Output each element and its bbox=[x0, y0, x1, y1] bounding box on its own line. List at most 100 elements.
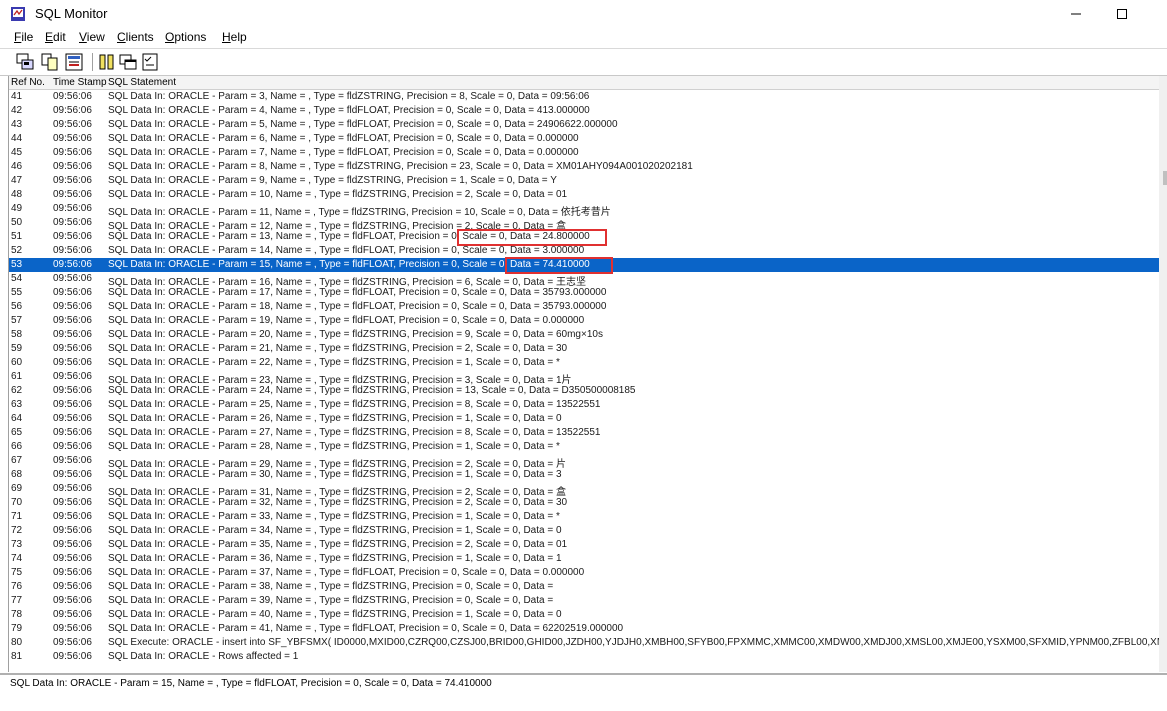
row-ref-no: 68 bbox=[11, 469, 23, 480]
row-sql-statement: SQL Data In: ORACLE - Param = 4, Name = … bbox=[108, 105, 590, 116]
window-view-icon[interactable] bbox=[118, 52, 138, 72]
table-row[interactable]: 56 09:56:06 SQL Data In: ORACLE - Param = … bbox=[9, 300, 1159, 314]
table-row[interactable]: 41 09:56:06 SQL Data In: ORACLE - Param = … bbox=[9, 90, 1159, 104]
table-row[interactable]: 68 09:56:06 SQL Data In: ORACLE - Param = … bbox=[9, 468, 1159, 482]
row-time-stamp: 09:56:06 bbox=[53, 329, 92, 340]
maximize-button[interactable] bbox=[1099, 0, 1145, 28]
row-time-stamp: 09:56:06 bbox=[53, 637, 92, 648]
row-sql-statement: SQL Data In: ORACLE - Param = 20, Name =… bbox=[108, 329, 603, 340]
save-log-icon[interactable] bbox=[15, 52, 35, 72]
toolbar bbox=[0, 49, 1167, 76]
menu-edit[interactable]: Edit bbox=[45, 30, 66, 44]
minimize-icon bbox=[1071, 13, 1081, 15]
row-sql-statement: SQL Execute: ORACLE - insert into SF_YBF… bbox=[108, 637, 1167, 648]
row-ref-no: 41 bbox=[11, 91, 23, 102]
table-row[interactable]: 72 09:56:06 SQL Data In: ORACLE - Param = … bbox=[9, 524, 1159, 538]
row-sql-statement: SQL Data In: ORACLE - Param = 26, Name =… bbox=[108, 413, 562, 424]
menu-help[interactable]: Help bbox=[222, 30, 247, 44]
row-ref-no: 63 bbox=[11, 399, 23, 410]
row-ref-no: 46 bbox=[11, 161, 23, 172]
minimize-button[interactable] bbox=[1053, 0, 1099, 28]
table-row[interactable]: 80 09:56:06 SQL Execute: ORACLE - insert i… bbox=[9, 636, 1167, 650]
table-row[interactable]: 79 09:56:06 SQL Data In: ORACLE - Param = … bbox=[9, 622, 1159, 636]
row-sql-statement: SQL Data In: ORACLE - Param = 40, Name =… bbox=[108, 609, 562, 620]
table-row[interactable]: 81 09:56:06 SQL Data In: ORACLE - Rows aff… bbox=[9, 650, 1159, 664]
pause-icon[interactable] bbox=[97, 52, 117, 72]
table-row[interactable]: 60 09:56:06 SQL Data In: ORACLE - Param = … bbox=[9, 356, 1159, 370]
table-row[interactable]: 73 09:56:06 SQL Data In: ORACLE - Param = … bbox=[9, 538, 1159, 552]
row-ref-no: 59 bbox=[11, 343, 23, 354]
row-time-stamp: 09:56:06 bbox=[53, 553, 92, 564]
table-row[interactable]: 42 09:56:06 SQL Data In: ORACLE - Param = … bbox=[9, 104, 1159, 118]
table-row[interactable]: 70 09:56:06 SQL Data In: ORACLE - Param = … bbox=[9, 496, 1159, 510]
column-header-sql-statement[interactable]: SQL Statement bbox=[108, 77, 176, 88]
row-time-stamp: 09:56:06 bbox=[53, 259, 92, 270]
column-header-time-stamp[interactable]: Time Stamp bbox=[53, 77, 107, 88]
row-time-stamp: 09:56:06 bbox=[53, 609, 92, 620]
table-row[interactable]: 44 09:56:06 SQL Data In: ORACLE - Param = … bbox=[9, 132, 1159, 146]
table-row[interactable]: 55 09:56:06 SQL Data In: ORACLE - Param = … bbox=[9, 286, 1159, 300]
menu-clients[interactable]: Clients bbox=[117, 30, 154, 44]
table-row[interactable]: 50 09:56:06 SQL Data In: ORACLE - Param = … bbox=[9, 216, 1159, 232]
copy-icon[interactable] bbox=[40, 52, 60, 72]
table-row[interactable]: 58 09:56:06 SQL Data In: ORACLE - Param = … bbox=[9, 328, 1159, 342]
table-row[interactable]: 48 09:56:06 SQL Data In: ORACLE - Param = … bbox=[9, 188, 1159, 202]
sql-log-list[interactable]: Ref No. Time Stamp SQL Statement 41 09:56… bbox=[8, 76, 1167, 672]
table-row[interactable]: 47 09:56:06 SQL Data In: ORACLE - Param = … bbox=[9, 174, 1159, 188]
table-row[interactable]: 49 09:56:06 SQL Data In: ORACLE - Param = … bbox=[9, 202, 1159, 218]
vertical-scrollbar[interactable] bbox=[1159, 76, 1167, 672]
row-ref-no: 74 bbox=[11, 553, 23, 564]
table-row[interactable]: 75 09:56:06 SQL Data In: ORACLE - Param = … bbox=[9, 566, 1159, 580]
table-row[interactable]: 65 09:56:06 SQL Data In: ORACLE - Param = … bbox=[9, 426, 1159, 440]
table-row[interactable]: 71 09:56:06 SQL Data In: ORACLE - Param = … bbox=[9, 510, 1159, 524]
menu-file[interactable]: File bbox=[14, 30, 33, 44]
table-row[interactable]: 63 09:56:06 SQL Data In: ORACLE - Param = … bbox=[9, 398, 1159, 412]
table-row[interactable]: 61 09:56:06 SQL Data In: ORACLE - Param = … bbox=[9, 370, 1159, 386]
table-row[interactable]: 59 09:56:06 SQL Data In: ORACLE - Param = … bbox=[9, 342, 1159, 356]
table-row[interactable]: 43 09:56:06 SQL Data In: ORACLE - Param = … bbox=[9, 118, 1159, 132]
table-row[interactable]: 77 09:56:06 SQL Data In: ORACLE - Param = … bbox=[9, 594, 1159, 608]
row-time-stamp: 09:56:06 bbox=[53, 413, 92, 424]
menu-options[interactable]: Options bbox=[165, 30, 206, 44]
row-time-stamp: 09:56:06 bbox=[53, 287, 92, 298]
row-ref-no: 55 bbox=[11, 287, 23, 298]
row-sql-statement: SQL Data In: ORACLE - Param = 41, Name =… bbox=[108, 623, 624, 634]
table-row[interactable]: 78 09:56:06 SQL Data In: ORACLE - Param = … bbox=[9, 608, 1159, 622]
table-row[interactable]: 45 09:56:06 SQL Data In: ORACLE - Param = … bbox=[9, 146, 1159, 160]
row-sql-statement: SQL Data In: ORACLE - Param = 37, Name =… bbox=[108, 567, 585, 578]
clear-icon[interactable] bbox=[64, 52, 84, 72]
row-ref-no: 70 bbox=[11, 497, 23, 508]
table-row[interactable]: 62 09:56:06 SQL Data In: ORACLE - Param = … bbox=[9, 384, 1159, 398]
row-sql-statement: SQL Data In: ORACLE - Param = 24, Name =… bbox=[108, 385, 636, 396]
row-sql-statement: SQL Data In: ORACLE - Rows affected = 1 bbox=[108, 651, 299, 662]
row-ref-no: 53 bbox=[11, 259, 23, 270]
table-row[interactable]: 52 09:56:06 SQL Data In: ORACLE - Param = … bbox=[9, 244, 1159, 258]
row-time-stamp: 09:56:06 bbox=[53, 133, 92, 144]
table-row[interactable]: 46 09:56:06 SQL Data In: ORACLE - Param = … bbox=[9, 160, 1159, 174]
row-sql-statement: SQL Data In: ORACLE - Param = 39, Name =… bbox=[108, 595, 554, 606]
table-row[interactable]: 76 09:56:06 SQL Data In: ORACLE - Param = … bbox=[9, 580, 1159, 594]
table-row[interactable]: 74 09:56:06 SQL Data In: ORACLE - Param = … bbox=[9, 552, 1159, 566]
column-header-ref-no[interactable]: Ref No. bbox=[11, 77, 45, 88]
menu-view[interactable]: View bbox=[79, 30, 105, 44]
table-row[interactable]: 64 09:56:06 SQL Data In: ORACLE - Param = … bbox=[9, 412, 1159, 426]
row-time-stamp: 09:56:06 bbox=[53, 147, 92, 158]
row-time-stamp: 09:56:06 bbox=[53, 231, 92, 242]
row-ref-no: 72 bbox=[11, 525, 23, 536]
row-time-stamp: 09:56:06 bbox=[53, 497, 92, 508]
row-time-stamp: 09:56:06 bbox=[53, 385, 92, 396]
checklist-icon[interactable] bbox=[140, 52, 160, 72]
table-row[interactable]: 67 09:56:06 SQL Data In: ORACLE - Param = … bbox=[9, 454, 1159, 470]
row-sql-statement: SQL Data In: ORACLE - Param = 33, Name =… bbox=[108, 511, 560, 522]
row-sql-statement: SQL Data In: ORACLE - Param = 7, Name = … bbox=[108, 147, 579, 158]
table-row[interactable]: 69 09:56:06 SQL Data In: ORACLE - Param = … bbox=[9, 482, 1159, 498]
scrollbar-thumb[interactable] bbox=[1163, 171, 1167, 185]
selected-statement-text: SQL Data In: ORACLE - Param = 15, Name =… bbox=[10, 678, 492, 689]
row-ref-no: 71 bbox=[11, 511, 23, 522]
table-row[interactable]: 66 09:56:06 SQL Data In: ORACLE - Param = … bbox=[9, 440, 1159, 454]
table-row[interactable]: 54 09:56:06 SQL Data In: ORACLE - Param = … bbox=[9, 272, 1159, 288]
table-row[interactable]: 57 09:56:06 SQL Data In: ORACLE - Param = … bbox=[9, 314, 1159, 328]
row-ref-no: 48 bbox=[11, 189, 23, 200]
row-sql-statement: SQL Data In: ORACLE - Param = 22, Name =… bbox=[108, 357, 560, 368]
window-title: SQL Monitor bbox=[35, 6, 108, 21]
